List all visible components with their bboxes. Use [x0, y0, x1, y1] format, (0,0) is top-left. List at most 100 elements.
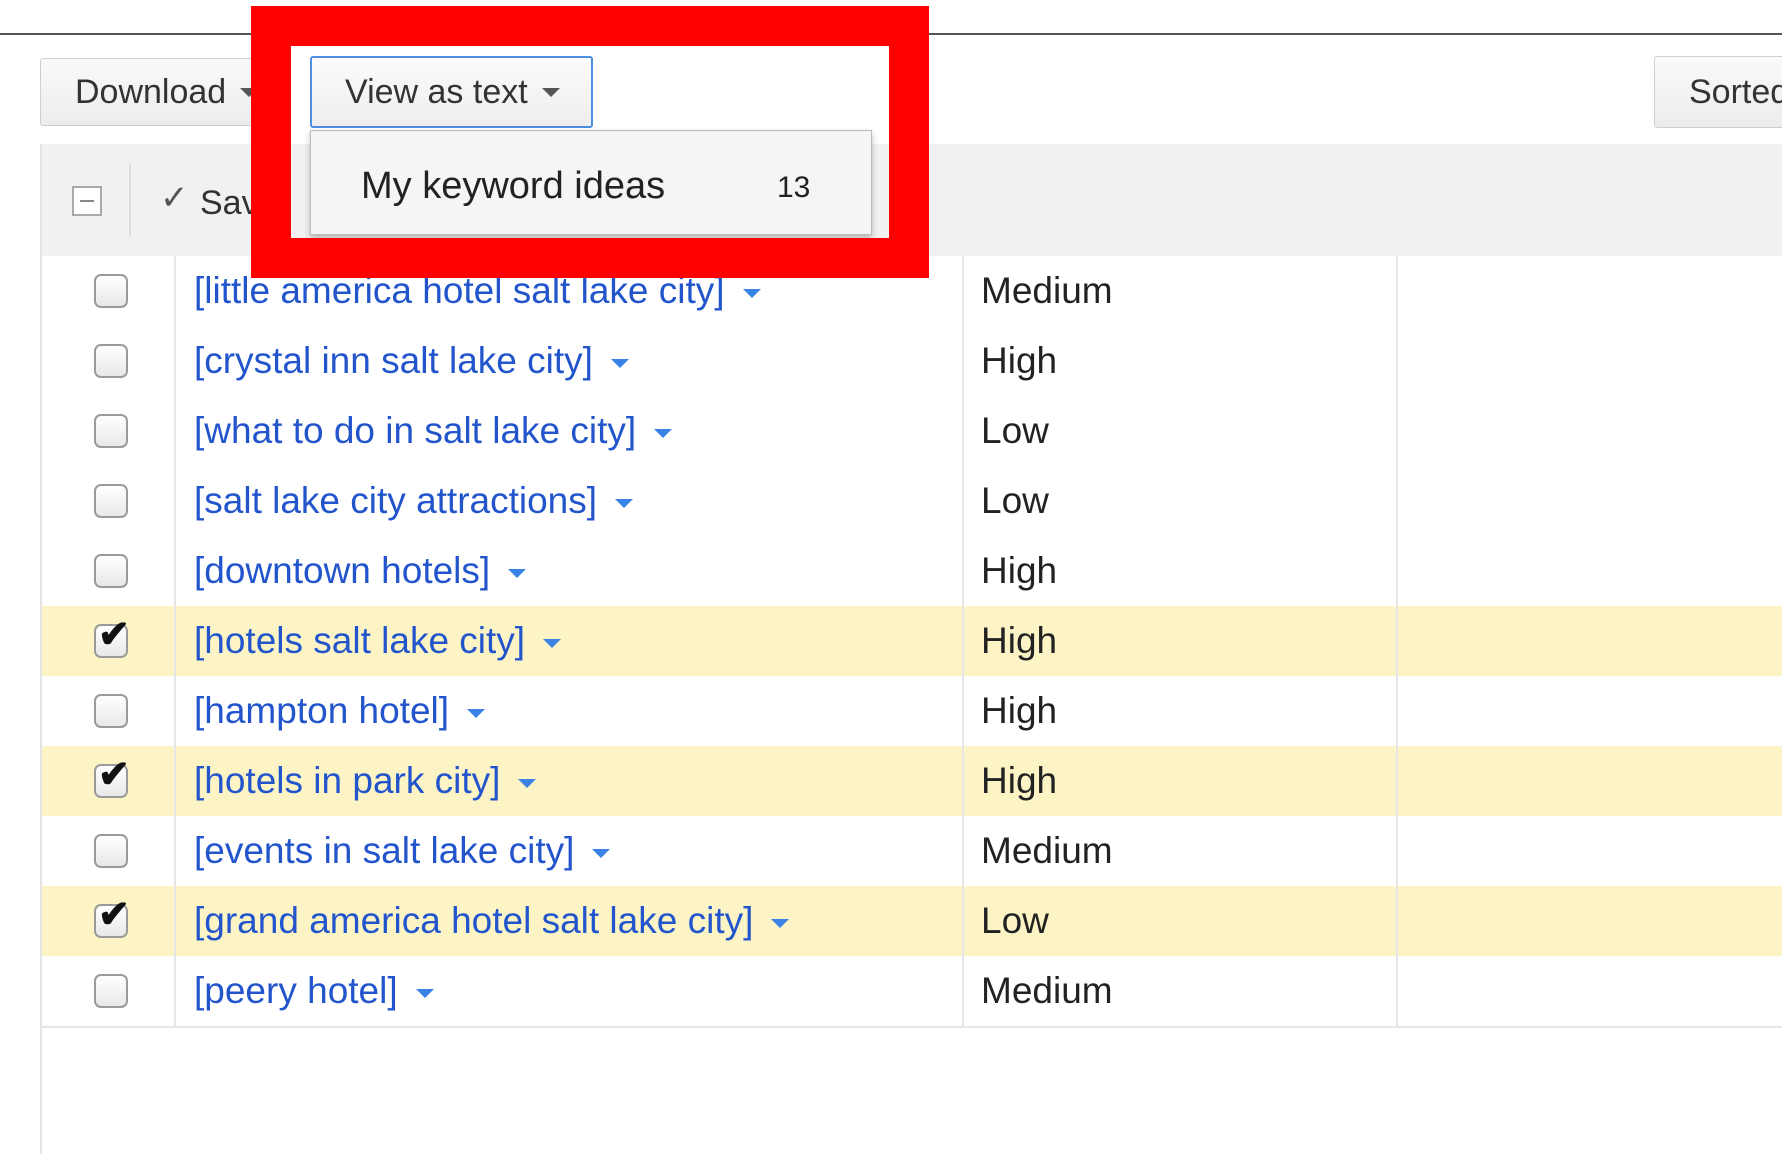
- checkbox-cell: ✔: [42, 746, 176, 816]
- my-keyword-ideas-option[interactable]: My keyword ideas: [361, 165, 665, 208]
- competition-value: High: [981, 550, 1058, 591]
- competition-value: High: [981, 760, 1058, 801]
- select-all-checkbox[interactable]: [72, 186, 102, 216]
- chevron-down-icon[interactable]: [610, 358, 629, 368]
- keyword-text: [hotels salt lake city]: [194, 620, 526, 661]
- row-checkbox[interactable]: [94, 554, 128, 588]
- table-row: [crystal inn salt lake city] High: [42, 326, 1782, 398]
- competition-cell: Medium: [964, 816, 1398, 886]
- chevron-down-icon[interactable]: [508, 568, 527, 578]
- keyword-cell: [peery hotel]: [176, 956, 964, 1026]
- competition-cell: Low: [964, 466, 1398, 536]
- keyword-link[interactable]: [crystal inn salt lake city]: [194, 340, 629, 382]
- competition-cell: Medium: [964, 256, 1398, 326]
- chevron-down-icon[interactable]: [654, 428, 673, 438]
- keyword-text: [grand america hotel salt lake city]: [194, 900, 754, 941]
- row-checkbox[interactable]: [94, 484, 128, 518]
- row-checkbox[interactable]: [94, 974, 128, 1008]
- keyword-cell: [hotels salt lake city]: [176, 606, 964, 676]
- table-row: ✔ [grand america hotel salt lake city] Low: [42, 886, 1782, 958]
- keyword-text: [hampton hotel]: [194, 690, 450, 731]
- competition-value: Medium: [981, 970, 1113, 1011]
- keyword-link[interactable]: [little america hotel salt lake city]: [194, 270, 761, 312]
- competition-cell: High: [964, 676, 1398, 746]
- competition-value: High: [981, 690, 1058, 731]
- keyword-cell: [crystal inn salt lake city]: [176, 326, 964, 396]
- chevron-down-icon[interactable]: [415, 988, 434, 998]
- keyword-link[interactable]: [downtown hotels]: [194, 550, 527, 592]
- view-as-text-dropdown: My keyword ideas 13: [310, 130, 872, 235]
- checkmark-icon: ✔: [98, 614, 130, 656]
- keyword-link[interactable]: [grand america hotel salt lake city]: [194, 900, 790, 942]
- view-as-text-label: View as text: [345, 72, 528, 111]
- keyword-link[interactable]: [hotels salt lake city]: [194, 620, 562, 662]
- keyword-cell: [events in salt lake city]: [176, 816, 964, 886]
- keyword-cell: [what to do in salt lake city]: [176, 396, 964, 466]
- table-row: [salt lake city attractions] Low: [42, 466, 1782, 538]
- chevron-down-icon[interactable]: [543, 638, 562, 648]
- table-header: ✓ Sav: [42, 144, 1782, 258]
- download-label: Download: [75, 72, 227, 111]
- keyword-cell: [hampton hotel]: [176, 676, 964, 746]
- chevron-down-icon[interactable]: [771, 918, 790, 928]
- sorted-button[interactable]: Sorted: [1654, 56, 1782, 128]
- save-all-button[interactable]: Sav: [200, 184, 259, 223]
- checkbox-cell: [42, 676, 176, 746]
- chevron-down-icon[interactable]: [518, 778, 537, 788]
- top-divider: [0, 33, 1782, 35]
- keyword-link[interactable]: [events in salt lake city]: [194, 830, 611, 872]
- keyword-text: [salt lake city attractions]: [194, 480, 598, 521]
- row-checkbox[interactable]: ✔: [94, 616, 130, 658]
- keyword-link[interactable]: [hampton hotel]: [194, 690, 486, 732]
- table-row: [events in salt lake city] Medium: [42, 816, 1782, 888]
- row-checkbox[interactable]: [94, 414, 128, 448]
- competition-value: Low: [981, 900, 1049, 941]
- keyword-cell: [grand america hotel salt lake city]: [176, 886, 964, 956]
- keyword-text: [events in salt lake city]: [194, 830, 575, 871]
- keyword-link[interactable]: [salt lake city attractions]: [194, 480, 634, 522]
- row-checkbox[interactable]: [94, 344, 128, 378]
- checkmark-icon: ✓: [160, 179, 189, 217]
- table-row: [peery hotel] Medium: [42, 956, 1782, 1028]
- checkmark-icon: ✔: [98, 754, 130, 796]
- checkbox-cell: [42, 956, 176, 1026]
- chevron-down-icon[interactable]: [742, 288, 761, 298]
- competition-cell: Low: [964, 396, 1398, 466]
- row-checkbox[interactable]: [94, 694, 128, 728]
- chevron-down-icon[interactable]: [467, 708, 486, 718]
- checkbox-cell: [42, 256, 176, 326]
- chevron-down-icon[interactable]: [615, 498, 634, 508]
- row-checkbox[interactable]: ✔: [94, 756, 130, 798]
- keyword-text: [little america hotel salt lake city]: [194, 270, 725, 311]
- checkbox-cell: [42, 536, 176, 606]
- keyword-text: [crystal inn salt lake city]: [194, 340, 593, 381]
- competition-value: Low: [981, 480, 1049, 521]
- row-checkbox[interactable]: [94, 274, 128, 308]
- keyword-text: [downtown hotels]: [194, 550, 491, 591]
- row-checkbox[interactable]: [94, 834, 128, 868]
- keyword-link[interactable]: [what to do in salt lake city]: [194, 410, 673, 452]
- competition-cell: High: [964, 326, 1398, 396]
- download-button[interactable]: Download: [40, 58, 280, 126]
- keyword-link[interactable]: [peery hotel]: [194, 970, 434, 1012]
- competition-cell: High: [964, 536, 1398, 606]
- header-divider: [129, 164, 131, 236]
- keyword-cell: [hotels in park city]: [176, 746, 964, 816]
- chevron-down-icon: [240, 87, 259, 97]
- table-row: ✔ [hotels in park city] High: [42, 746, 1782, 818]
- keyword-cell: [downtown hotels]: [176, 536, 964, 606]
- competition-value: Medium: [981, 270, 1113, 311]
- row-checkbox[interactable]: ✔: [94, 896, 130, 938]
- chevron-down-icon: [541, 87, 560, 97]
- competition-value: Low: [981, 410, 1049, 451]
- chevron-down-icon[interactable]: [592, 848, 611, 858]
- keyword-cell: [little america hotel salt lake city]: [176, 256, 964, 326]
- keyword-link[interactable]: [hotels in park city]: [194, 760, 537, 802]
- view-as-text-button[interactable]: View as text: [310, 56, 593, 128]
- checkbox-cell: [42, 326, 176, 396]
- checkbox-cell: ✔: [42, 886, 176, 956]
- keyword-cell: [salt lake city attractions]: [176, 466, 964, 536]
- sorted-label: Sorted: [1689, 72, 1782, 111]
- checkbox-cell: [42, 396, 176, 466]
- checkmark-icon: ✔: [98, 894, 130, 936]
